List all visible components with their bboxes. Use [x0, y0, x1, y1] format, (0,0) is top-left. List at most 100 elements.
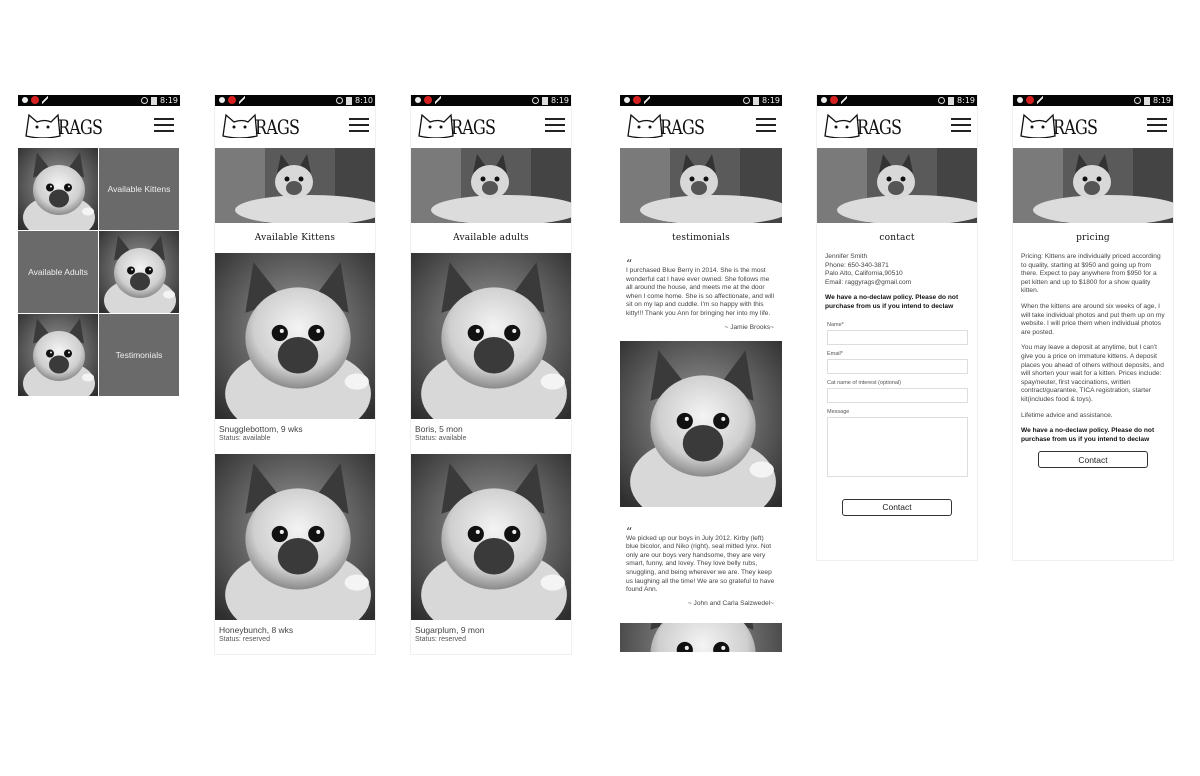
menu-icon[interactable]	[154, 118, 174, 132]
battery-icon	[948, 96, 955, 105]
menu-icon[interactable]	[349, 118, 369, 132]
page-title: Available adults	[453, 233, 529, 243]
hero-cat-photo	[1013, 148, 1173, 223]
hero-image	[817, 148, 977, 223]
contact-email[interactable]: Email: raggyrags@gmail.com	[825, 279, 969, 288]
alarm-icon	[938, 97, 946, 104]
kitten-card-photo[interactable]	[215, 253, 376, 419]
adult-card-photo[interactable]	[411, 454, 572, 620]
hero-image	[1013, 148, 1173, 223]
declaw-policy: We have a no-declaw policy. Please do no…	[825, 294, 959, 310]
logo-text[interactable]: RAGS	[660, 115, 705, 139]
tile-testimonials[interactable]: Testimonials	[99, 314, 179, 396]
kitten-photo-tile	[18, 148, 98, 230]
cat-logo-icon[interactable]	[220, 112, 260, 138]
logo-text[interactable]: RAGS	[58, 115, 103, 139]
app-header: RAGS	[817, 106, 977, 148]
menu-icon[interactable]	[951, 118, 971, 132]
status-bar: 8:19	[411, 95, 571, 106]
contact-info: Jennifer Smith Phone: 650-340-3871 Palo …	[817, 253, 977, 312]
tile-available-adults[interactable]: Available Adults	[18, 231, 98, 313]
battery-icon	[542, 96, 549, 105]
adult-photo-tile	[99, 231, 179, 313]
battery-icon	[346, 96, 353, 105]
status-bar: 8:19	[620, 95, 782, 106]
app-header: RAGS	[620, 106, 782, 148]
hero-image	[620, 148, 782, 223]
kitten-photo	[99, 231, 179, 313]
clock: 8:19	[1153, 96, 1171, 105]
menu-icon[interactable]	[1147, 118, 1167, 132]
contact-button[interactable]: Contact	[842, 498, 952, 516]
bolt-icon	[644, 96, 650, 104]
notification-icon	[415, 97, 421, 103]
alert-icon	[424, 96, 432, 104]
contact-button[interactable]: Contact	[1038, 451, 1148, 469]
kitten-status: Status: reserved	[219, 636, 270, 643]
alarm-icon	[336, 97, 344, 104]
page-title: pricing	[1076, 233, 1110, 243]
logo-text[interactable]: RAGS	[1053, 115, 1098, 139]
battery-icon	[151, 96, 158, 105]
hero-cat-photo	[215, 148, 375, 223]
contact-phone: Phone: 650-340-3871	[825, 261, 889, 269]
clock: 8:19	[762, 96, 780, 105]
phone-testimonials: 8:19 RAGS testimonials “ I purchased Blu…	[620, 95, 782, 652]
page-title: Available Kittens	[254, 233, 336, 243]
adult-status: Status: available	[415, 435, 467, 442]
cat-logo-icon[interactable]	[23, 112, 63, 138]
logo-text[interactable]: RAGS	[451, 115, 496, 139]
alert-icon	[633, 96, 641, 104]
menu-icon[interactable]	[545, 118, 565, 132]
hero-cat-photo	[411, 148, 571, 223]
page-title: contact	[879, 233, 915, 243]
phone-pricing: 8:19 RAGS pricing Pricing: Kittens are i…	[1012, 95, 1174, 561]
testimonial-photo	[620, 623, 782, 652]
alert-icon	[1026, 96, 1034, 104]
battery-icon	[1144, 96, 1151, 105]
logo-text[interactable]: RAGS	[857, 115, 902, 139]
alarm-icon	[141, 97, 149, 104]
alarm-icon	[1134, 97, 1142, 104]
kitten-photo	[18, 148, 98, 230]
pricing-paragraph: Pricing: Kittens are individually priced…	[1021, 253, 1161, 295]
logo-text[interactable]: RAGS	[255, 115, 300, 139]
adult-card-photo[interactable]	[411, 253, 572, 419]
testimonial-photo	[620, 341, 782, 507]
bolt-icon	[239, 96, 245, 104]
clock: 8:10	[355, 96, 373, 105]
cat-name-field[interactable]	[827, 387, 968, 403]
page-title: testimonials	[672, 233, 730, 243]
app-header: RAGS	[1013, 106, 1173, 148]
kitten-name: Honeybunch, 8 wks	[219, 625, 294, 635]
kitten-card-photo[interactable]	[215, 454, 376, 620]
cat-logo-icon[interactable]	[1018, 112, 1058, 138]
message-field[interactable]	[827, 416, 968, 477]
alert-icon	[31, 96, 39, 104]
bolt-icon	[1037, 96, 1043, 104]
name-field[interactable]	[827, 329, 968, 345]
contact-address: Palo Alto, California,90510	[825, 270, 903, 278]
pricing-paragraph: You may leave a deposit at anytime, but …	[1021, 344, 1164, 403]
notification-icon	[219, 97, 225, 103]
cat-logo-icon[interactable]	[625, 112, 665, 138]
testimonial-text: We picked up our boys in July 2012. Kirb…	[626, 534, 775, 594]
tile-available-kittens[interactable]: Available Kittens	[99, 148, 179, 230]
adult-name: Boris, 5 mon	[415, 424, 463, 434]
hero-cat-photo	[817, 148, 977, 223]
clock: 8:19	[551, 96, 569, 105]
status-bar: 8:19	[817, 95, 977, 106]
kitten-status: Status: available	[219, 435, 271, 442]
adult-status: Status: reserved	[415, 636, 466, 643]
contact-name: Jennifer Smith	[825, 253, 868, 260]
cat-logo-icon[interactable]	[822, 112, 862, 138]
bolt-icon	[435, 96, 441, 104]
menu-icon[interactable]	[756, 118, 776, 132]
declaw-policy: We have a no-declaw policy. Please do no…	[1021, 427, 1155, 443]
kitten-name: Snugglebottom, 9 wks	[219, 424, 303, 434]
cat-logo-icon[interactable]	[416, 112, 456, 138]
kitten-photo	[18, 314, 98, 396]
app-header: RAGS	[411, 106, 571, 148]
phone-home: 8:19 RAGS	[18, 95, 180, 148]
email-field[interactable]	[827, 358, 968, 374]
